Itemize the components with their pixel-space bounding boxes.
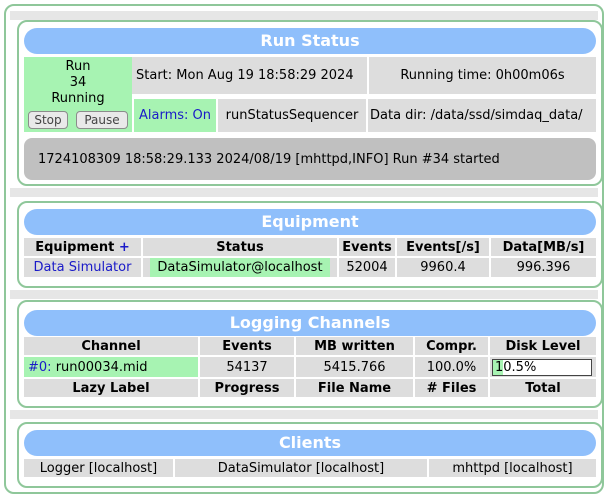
client-item: mhttpd [localhost] — [429, 459, 596, 477]
clients-title: Clients — [24, 430, 596, 456]
equipment-events: 52004 — [339, 258, 395, 277]
run-state: Running — [51, 91, 105, 106]
disk-level-bar: 10.5% — [492, 358, 592, 376]
run-label: Run — [65, 59, 91, 74]
equipment-status: DataSimulator@localhost — [150, 258, 330, 277]
client-item: Logger [localhost] — [24, 459, 173, 477]
pause-button[interactable]: Pause — [76, 111, 128, 129]
equipment-data-rate: 996.396 — [491, 258, 596, 277]
num-files-header: # Files — [415, 379, 488, 397]
compression: 100.0% — [415, 357, 488, 377]
run-status-title: Run Status — [24, 28, 596, 54]
progress-header: Progress — [200, 379, 294, 397]
run-status-section: Run Status Run 34 Running Stop Pause Sta… — [17, 20, 603, 186]
add-equipment-icon[interactable]: + — [119, 240, 130, 255]
alarms-link[interactable]: Alarms: On — [134, 99, 216, 132]
band — [10, 410, 598, 419]
band — [10, 290, 598, 299]
disk-level-value: 10.5% — [495, 359, 537, 375]
client-item: DataSimulator [localhost] — [175, 459, 427, 477]
band — [10, 188, 598, 197]
file-name-header: File Name — [296, 379, 413, 397]
equipment-link[interactable]: Data Simulator — [24, 258, 141, 277]
log-events-header: Events — [200, 337, 294, 355]
log-events: 54137 — [200, 357, 294, 377]
equipment-status-cell: DataSimulator@localhost — [143, 258, 337, 277]
data-rate-header: Data[MB/s] — [491, 238, 596, 256]
equipment-rate: 9960.4 — [397, 258, 489, 277]
mb-written: 5415.766 — [296, 357, 413, 377]
lazy-label-header: Lazy Label — [24, 379, 198, 397]
clients-section: Clients Logger [localhost] DataSimulator… — [17, 422, 603, 488]
band — [10, 11, 598, 20]
running-time: Running time: 0h00m06s — [369, 57, 596, 94]
events-rate-header: Events[/s] — [397, 238, 489, 256]
message-bar[interactable]: 1724108309 18:58:29.133 2024/08/19 [mhtt… — [24, 138, 596, 180]
compression-header: Compr. — [415, 337, 488, 355]
channel-file: run00034.mid — [55, 359, 148, 375]
channel-header: Channel — [24, 337, 198, 355]
equipment-header: Equipment + — [24, 238, 141, 256]
status-header: Status — [143, 238, 337, 256]
disk-level-cell: 10.5% — [490, 357, 596, 377]
equipment-title: Equipment — [24, 209, 596, 235]
mb-written-header: MB written — [296, 337, 413, 355]
run-number: 34 — [69, 75, 87, 90]
start-time: Start: Mon Aug 19 18:58:29 2024 — [132, 57, 367, 94]
data-dir: Data dir: /data/ssd/simdaq_data/ — [368, 99, 596, 132]
stop-button[interactable]: Stop — [28, 111, 68, 129]
channel-link[interactable]: #0: — [28, 360, 52, 375]
logging-title: Logging Channels — [24, 310, 596, 336]
total-header: Total — [490, 379, 596, 397]
status-page: Run Status Run 34 Running Stop Pause Sta… — [4, 4, 604, 494]
events-header: Events — [339, 238, 395, 256]
sequencer-status: runStatusSequencer — [218, 99, 366, 132]
logging-section: Logging Channels Channel Events MB writt… — [17, 300, 603, 408]
equipment-header-label: Equipment — [35, 239, 115, 255]
disk-level-header: Disk Level — [490, 337, 596, 355]
channel-cell: #0: run00034.mid — [24, 357, 198, 377]
equipment-section: Equipment Equipment + Status Events Even… — [17, 201, 603, 288]
